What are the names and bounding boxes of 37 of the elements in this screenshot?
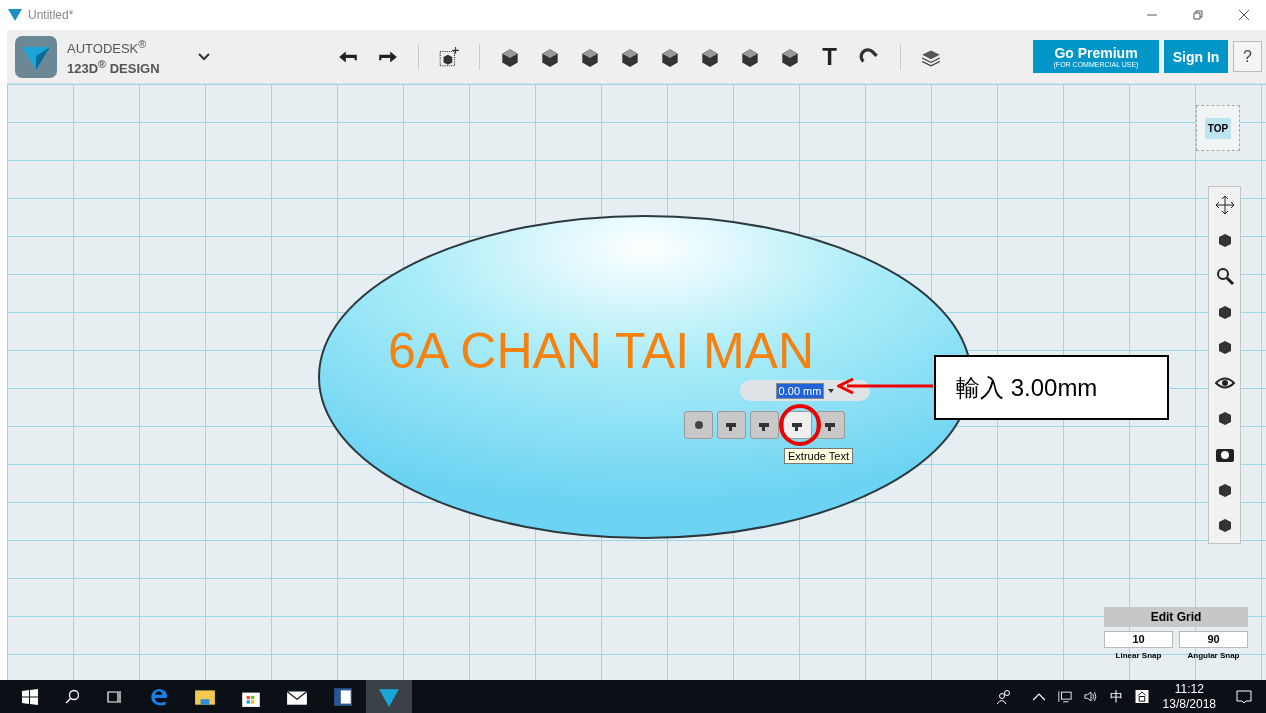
window-title: Untitled* [28,8,74,22]
app-logo-icon[interactable] [15,35,57,78]
transform-icon[interactable] [437,45,460,68]
view-cube[interactable]: TOP [1196,105,1240,151]
chevron-down-icon[interactable] [197,52,210,61]
app-logo-icon [8,9,22,21]
clock-time[interactable]: 11:12 [1174,681,1204,697]
input-method-indicator[interactable]: 中 [1109,687,1123,706]
canvas-text: 6A CHAN TAI MAN [388,322,815,380]
people-icon[interactable] [995,688,1012,705]
view-cube-face[interactable]: TOP [1204,117,1232,139]
product-name: 123D$^{®}$ DESIGN [67,56,160,76]
keyboard-mode-icon[interactable] [1134,690,1149,703]
text-tool-button[interactable]: T [818,42,841,71]
dropdown-arrow-icon[interactable] [828,388,835,393]
tooltip: Extrude Text [784,448,853,464]
restore-icon[interactable] [1192,9,1204,21]
linear-snap-label: Linear Snap [1115,651,1162,660]
close-icon[interactable] [1238,9,1250,21]
network-icon[interactable] [1057,690,1072,703]
search-icon[interactable] [64,688,80,705]
zoom-icon[interactable] [1214,266,1235,286]
callout-box: 輸入 3.00mm [934,355,1169,420]
angular-snap-field[interactable]: 90 [1179,631,1248,648]
speaker-icon[interactable] [1083,690,1098,703]
extrude-input-field[interactable]: 0.00 mm [775,382,825,399]
help-button[interactable]: ? [1233,41,1262,72]
edit-grid-button[interactable]: Edit Grid [1104,607,1248,627]
linear-snap-field[interactable]: 10 [1104,631,1173,648]
app-logo-icon[interactable] [366,680,412,713]
highlight-circle [778,403,822,447]
clock-date[interactable]: 13/8/2018 [1162,696,1216,712]
windows-start-icon[interactable] [22,688,38,705]
brand-name: AUTODESK$^{®}$ [67,37,148,57]
task-view-icon[interactable] [106,688,122,705]
angular-snap-label: Angular Snap [1187,651,1240,660]
notification-icon[interactable] [1236,688,1252,705]
